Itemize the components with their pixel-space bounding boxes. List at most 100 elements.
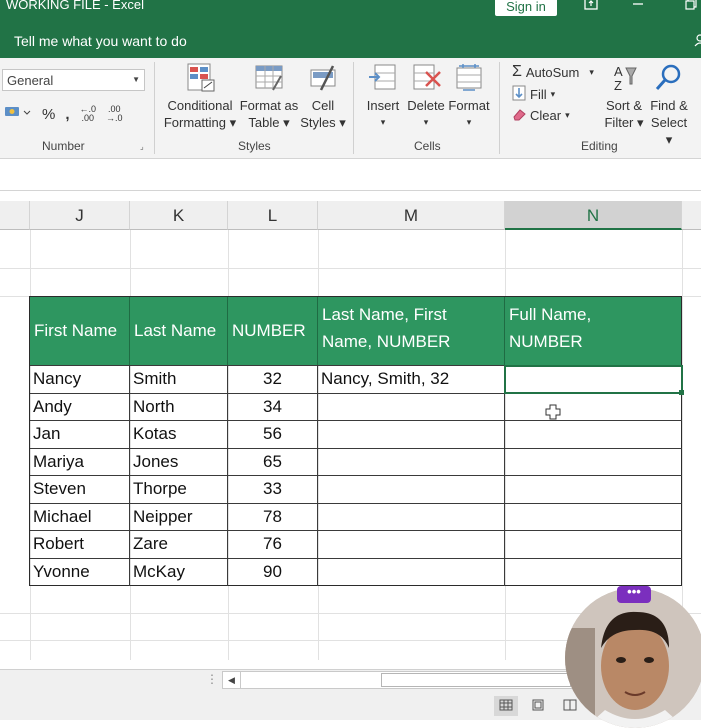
- normal-view-icon[interactable]: [494, 696, 518, 716]
- column-header-l[interactable]: L: [228, 201, 318, 230]
- conditional-formatting-label-2: Formatting ▾: [163, 115, 237, 130]
- cell-styles-button[interactable]: Cell Styles ▾: [300, 62, 346, 131]
- column-header-o[interactable]: [682, 201, 701, 230]
- delete-button[interactable]: Delete ▾: [404, 62, 448, 131]
- cell-combined[interactable]: [318, 475, 504, 502]
- sort-filter-label: Sort &: [605, 98, 643, 113]
- cell-full[interactable]: [505, 558, 681, 585]
- number-format-value: General: [7, 73, 54, 88]
- horizontal-scrollbar[interactable]: ◀: [222, 671, 582, 689]
- chevron-down-icon: ▾: [550, 89, 556, 99]
- increase-decimal-button[interactable]: ←.0 .00: [80, 105, 97, 123]
- comma-style-button[interactable]: ,: [65, 106, 69, 123]
- cell-full[interactable]: [505, 420, 681, 447]
- tab-splitter-icon[interactable]: ⋮: [206, 672, 218, 686]
- cell-combined[interactable]: [318, 448, 504, 475]
- number-format-select[interactable]: General ▼: [2, 69, 145, 91]
- cell-first[interactable]: Michael: [30, 503, 129, 530]
- number-dialog-launcher-icon[interactable]: ⌟: [140, 142, 144, 151]
- find-select-button[interactable]: Find & Select ▾: [646, 62, 692, 148]
- group-divider: [154, 62, 155, 154]
- cell-first[interactable]: Mariya: [30, 448, 129, 475]
- cell-last[interactable]: Thorpe: [130, 475, 227, 502]
- svg-text:Z: Z: [614, 78, 622, 93]
- cell-number[interactable]: 32: [228, 365, 317, 392]
- percent-style-button[interactable]: %: [42, 106, 55, 123]
- cell-first[interactable]: Andy: [30, 393, 129, 420]
- cell-first[interactable]: Jan: [30, 420, 129, 447]
- insert-label: Insert: [366, 98, 400, 113]
- sort-filter-button[interactable]: AZ Sort & Filter ▾: [601, 62, 647, 131]
- scroll-thumb[interactable]: [381, 673, 571, 687]
- cell-last[interactable]: Kotas: [130, 420, 227, 447]
- format-label: Format: [448, 98, 490, 113]
- cell-full[interactable]: [505, 475, 681, 502]
- cell-full[interactable]: [505, 393, 681, 420]
- decrease-decimal-button[interactable]: .00 →.0: [106, 105, 123, 123]
- clear-button[interactable]: Clear ▾: [512, 107, 570, 124]
- cell-combined[interactable]: [318, 558, 504, 585]
- sign-in-button[interactable]: Sign in: [495, 0, 557, 16]
- column-header-n[interactable]: N: [505, 201, 682, 230]
- cell-number[interactable]: 76: [228, 530, 317, 557]
- editing-group-label: Editing: [581, 139, 618, 153]
- cell-full[interactable]: [505, 503, 681, 530]
- sort-filter-icon: AZ: [608, 62, 640, 94]
- cell-number[interactable]: 33: [228, 475, 317, 502]
- cell-full[interactable]: [505, 448, 681, 475]
- cell-last[interactable]: McKay: [130, 558, 227, 585]
- column-header-j[interactable]: J: [30, 201, 130, 230]
- cell-full[interactable]: [505, 530, 681, 557]
- scroll-left-icon[interactable]: ◀: [223, 672, 241, 688]
- share-person-icon[interactable]: [693, 33, 701, 50]
- row-divider: [30, 558, 682, 559]
- cell-number[interactable]: 56: [228, 420, 317, 447]
- more-options-button[interactable]: •••: [617, 585, 651, 603]
- cells-group-label: Cells: [414, 139, 441, 153]
- cell-combined[interactable]: [318, 420, 504, 447]
- active-cell-selection[interactable]: [504, 365, 683, 394]
- cell-last[interactable]: Neipper: [130, 503, 227, 530]
- column-header-k[interactable]: K: [130, 201, 228, 230]
- restore-icon[interactable]: [683, 0, 699, 12]
- cell-number[interactable]: 90: [228, 558, 317, 585]
- cell-combined[interactable]: [318, 530, 504, 557]
- cell-last[interactable]: North: [130, 393, 227, 420]
- page-layout-view-icon[interactable]: [526, 696, 550, 716]
- cell-first[interactable]: Steven: [30, 475, 129, 502]
- cell-number[interactable]: 78: [228, 503, 317, 530]
- insert-button[interactable]: Insert ▾: [362, 62, 404, 131]
- cell-combined[interactable]: Nancy, Smith, 32: [318, 365, 504, 392]
- chevron-down-icon: ▾: [589, 66, 594, 77]
- format-button[interactable]: Format ▾: [447, 62, 491, 131]
- ribbon: General ▼ % , ←.0 .00 .00 →.0 Number ⌟ C…: [0, 58, 701, 159]
- cell-combined[interactable]: [318, 393, 504, 420]
- cell-number[interactable]: 34: [228, 393, 317, 420]
- cell-number[interactable]: 65: [228, 448, 317, 475]
- cell-last[interactable]: Smith: [130, 365, 227, 392]
- worksheet-grid[interactable]: J K L M N First Name Last Name NUMBER La…: [0, 159, 701, 669]
- cell-combined[interactable]: [318, 503, 504, 530]
- cell-last[interactable]: Zare: [130, 530, 227, 557]
- accounting-format-icon[interactable]: [4, 104, 32, 124]
- title-bar: WORKING FILE - Excel Sign in: [0, 0, 701, 28]
- fill-button[interactable]: Fill ▾: [512, 85, 555, 104]
- cell-first[interactable]: Yvonne: [30, 558, 129, 585]
- cell-last[interactable]: Jones: [130, 448, 227, 475]
- fill-label: Fill: [530, 87, 547, 102]
- tell-me-input[interactable]: Tell me what you want to do: [14, 33, 187, 49]
- group-divider: [353, 62, 354, 154]
- cell-first[interactable]: Robert: [30, 530, 129, 557]
- format-as-table-button[interactable]: Format as Table ▾: [238, 62, 300, 131]
- minimize-icon[interactable]: [630, 0, 646, 12]
- ribbon-display-options-icon[interactable]: [583, 0, 599, 12]
- conditional-formatting-button[interactable]: Conditional Formatting ▾: [163, 62, 237, 131]
- column-header-m[interactable]: M: [318, 201, 505, 230]
- cell-first[interactable]: Nancy: [30, 365, 129, 392]
- autosum-button[interactable]: Σ AutoSum ▾: [512, 63, 594, 81]
- select-all-corner[interactable]: [0, 201, 30, 230]
- sigma-icon: Σ: [512, 63, 522, 80]
- chevron-down-icon: ▾: [380, 117, 386, 127]
- number-format-buttons: % , ←.0 .00 .00 →.0: [4, 102, 123, 126]
- fill-handle[interactable]: [679, 390, 684, 395]
